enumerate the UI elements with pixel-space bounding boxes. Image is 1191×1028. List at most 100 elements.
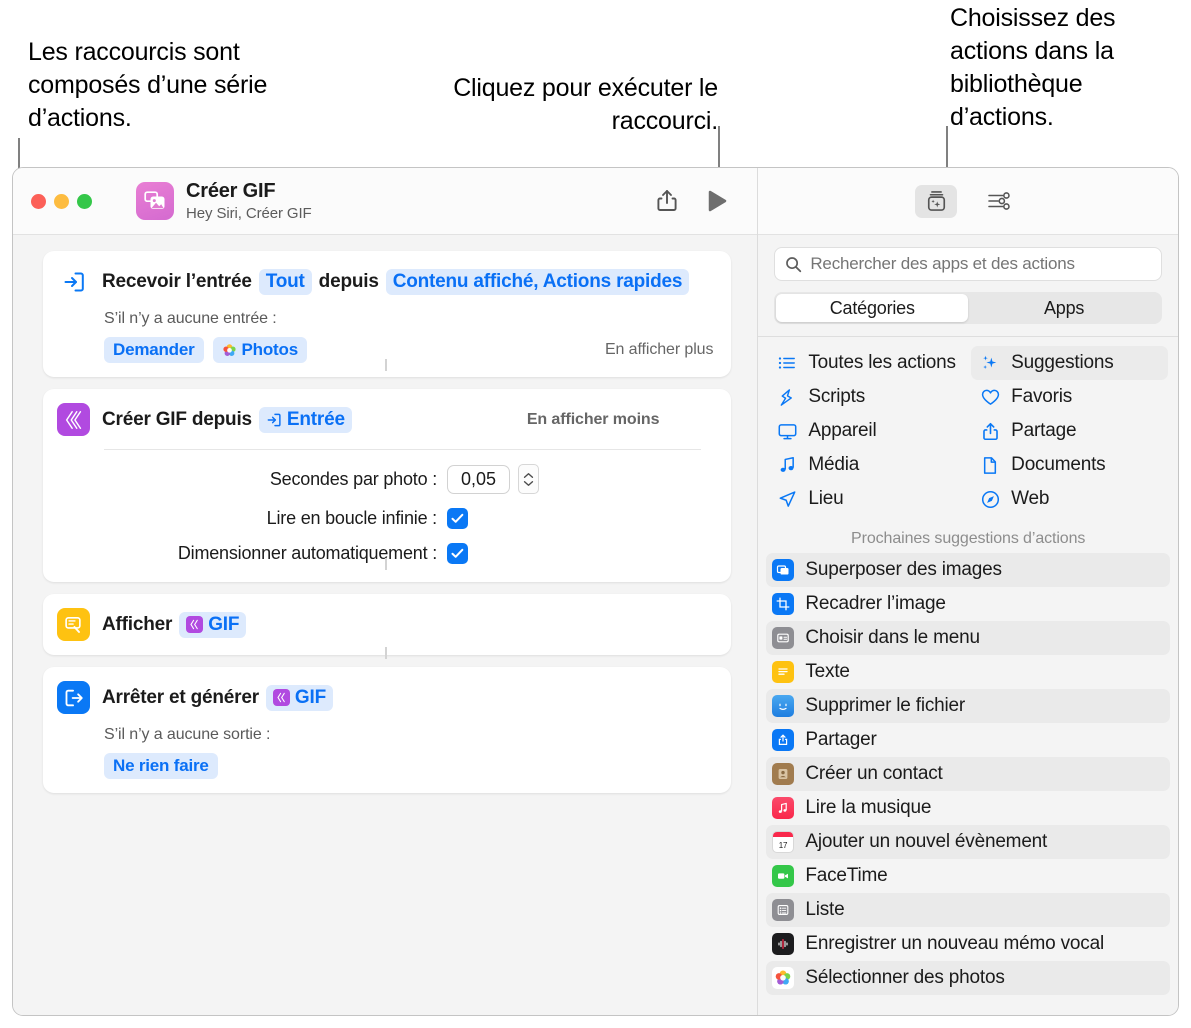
- category-toutes-les-actions[interactable]: Toutes les actions: [768, 346, 965, 380]
- list-item[interactable]: Choisir dans le menu: [766, 621, 1170, 655]
- titlebar-actions: [657, 189, 741, 213]
- list-item[interactable]: Liste: [766, 893, 1170, 927]
- category-partage[interactable]: Partage: [971, 414, 1168, 448]
- action-token-gif[interactable]: GIF: [265, 684, 333, 711]
- finder-icon: [772, 695, 795, 717]
- photos-app-icon: [772, 967, 795, 989]
- close-button[interactable]: [31, 193, 46, 209]
- search-box[interactable]: [774, 247, 1162, 281]
- list-item[interactable]: Recadrer l’image: [766, 587, 1170, 621]
- list-item-label: Créer un contact: [805, 763, 943, 784]
- no-input-options: Demander Photos En afficher plus: [104, 337, 713, 363]
- action-connector: [385, 558, 388, 570]
- category-scripts[interactable]: Scripts: [768, 380, 965, 414]
- category-label: Favoris: [1011, 386, 1073, 407]
- action-token-input-sources[interactable]: Contenu affiché, Actions rapides: [385, 268, 690, 295]
- token-photos[interactable]: Photos: [212, 337, 307, 363]
- category-lieu[interactable]: Lieu: [768, 482, 965, 516]
- action-library-pane: Catégories Apps Toutes les actions Sugge…: [757, 168, 1178, 1015]
- text-icon: [772, 661, 795, 683]
- tab-apps[interactable]: Apps: [968, 294, 1160, 322]
- callout-middle-text: Cliquez pour exécuter le raccourci.: [453, 74, 718, 135]
- play-icon[interactable]: [707, 190, 727, 212]
- action-card-quick-look[interactable]: Afficher GIF: [43, 594, 732, 655]
- action-token-gif-label: GIF: [294, 686, 326, 708]
- action-connector: [385, 359, 388, 371]
- param-loop-forever: Lire en boucle infinie :: [57, 508, 713, 529]
- action-card-receive-input[interactable]: Recevoir l’entrée Tout depuis Contenu af…: [43, 251, 732, 377]
- list-item[interactable]: Supprimer le fichier: [766, 689, 1170, 723]
- category-label: Toutes les actions: [808, 352, 956, 373]
- list-icon: [772, 899, 795, 921]
- action-token-gif[interactable]: GIF: [179, 611, 247, 638]
- show-less-toggle[interactable]: En afficher moins: [527, 411, 660, 429]
- action-token-entree[interactable]: Entrée: [258, 406, 352, 433]
- share-icon[interactable]: [657, 189, 677, 213]
- shortcut-app-icon: [136, 182, 174, 220]
- shortcut-editor-pane: Créer GIF Hey Siri, Créer GIF Recevoir l…: [13, 168, 758, 1015]
- param-label: Dimensionner automatiquement :: [177, 543, 437, 563]
- auto-size-checkbox[interactable]: [447, 543, 468, 564]
- list-item[interactable]: Sélectionner des photos: [766, 961, 1170, 995]
- list-item-label: Ajouter un nouvel évènement: [805, 831, 1048, 852]
- list-item-label: Choisir dans le menu: [805, 627, 980, 648]
- stepper-wrap: 0,05: [447, 464, 540, 494]
- list-item[interactable]: Enregistrer un nouveau mémo vocal: [766, 927, 1170, 961]
- category-label: Lieu: [808, 488, 844, 509]
- quantity-stepper[interactable]: [518, 464, 540, 494]
- category-label: Média: [808, 454, 860, 475]
- list-item[interactable]: Texte: [766, 655, 1170, 689]
- action-library-icon[interactable]: [915, 184, 958, 218]
- quick-look-icon: [57, 608, 90, 641]
- category-suggestions[interactable]: Suggestions: [971, 346, 1168, 380]
- tab-categories[interactable]: Catégories: [776, 294, 969, 322]
- token-ne-rien-faire[interactable]: Ne rien faire: [104, 753, 218, 779]
- minimize-button[interactable]: [54, 193, 69, 209]
- crop-icon: [772, 593, 795, 615]
- list-item[interactable]: FaceTime: [766, 859, 1170, 893]
- action-card-stop-and-output[interactable]: Arrêter et générer GIF S’il n’y a aucune…: [43, 667, 732, 793]
- actions-canvas: Recevoir l’entrée Tout depuis Contenu af…: [13, 235, 757, 1015]
- action-title-part: Recevoir l’entrée: [102, 270, 252, 292]
- list-item[interactable]: Créer un contact: [766, 757, 1170, 791]
- suggestions-header: Prochaines suggestions d’actions: [851, 530, 1086, 547]
- category-documents[interactable]: Documents: [971, 448, 1168, 482]
- voice-memo-icon: [772, 933, 795, 955]
- list-item-label: Enregistrer un nouveau mémo vocal: [805, 933, 1104, 954]
- sliders-icon[interactable]: [979, 185, 1021, 218]
- category-label: Suggestions: [1011, 352, 1114, 373]
- action-token-tout[interactable]: Tout: [258, 268, 312, 295]
- loop-forever-checkbox[interactable]: [447, 508, 468, 529]
- list-item[interactable]: Superposer des images: [766, 553, 1170, 587]
- action-title-part: depuis: [318, 270, 379, 292]
- token-demander[interactable]: Demander: [104, 337, 204, 363]
- zoom-button[interactable]: [77, 193, 92, 209]
- shortcuts-window: Créer GIF Hey Siri, Créer GIF Recevoir l…: [12, 167, 1179, 1016]
- photos-app-icon: [222, 343, 237, 358]
- action-title-part: Afficher: [102, 613, 173, 635]
- create-gif-icon: [57, 403, 90, 436]
- list-item[interactable]: Partager: [766, 723, 1170, 757]
- action-token-entree-label: Entrée: [286, 408, 345, 430]
- category-media[interactable]: Média: [768, 448, 965, 482]
- list-item[interactable]: 17 Ajouter un nouvel évènement: [766, 825, 1170, 859]
- param-seconds-per-photo: Secondes par photo : 0,05: [57, 464, 713, 494]
- list-item-label: Partager: [805, 729, 877, 750]
- search-input[interactable]: [810, 254, 1151, 274]
- category-favoris[interactable]: Favoris: [971, 380, 1168, 414]
- action-title: Créer GIF depuis Entrée En afficher moin…: [102, 406, 660, 433]
- facetime-icon: [772, 865, 795, 887]
- contacts-icon: [772, 763, 795, 785]
- category-grid: Toutes les actions Suggestions Scripts F…: [758, 337, 1178, 524]
- list-item-label: Texte: [805, 661, 850, 682]
- list-item[interactable]: Lire la musique: [766, 791, 1170, 825]
- category-appareil[interactable]: Appareil: [768, 414, 965, 448]
- list-item-label: Supprimer le fichier: [805, 695, 966, 716]
- category-label: Web: [1011, 488, 1050, 509]
- category-web[interactable]: Web: [971, 482, 1168, 516]
- action-card-create-gif[interactable]: Créer GIF depuis Entrée En afficher moin…: [43, 389, 732, 582]
- show-more-toggle[interactable]: En afficher plus: [605, 341, 714, 359]
- category-label: Documents: [1011, 454, 1106, 475]
- music-icon: [772, 797, 795, 819]
- seconds-per-photo-input[interactable]: 0,05: [447, 464, 511, 494]
